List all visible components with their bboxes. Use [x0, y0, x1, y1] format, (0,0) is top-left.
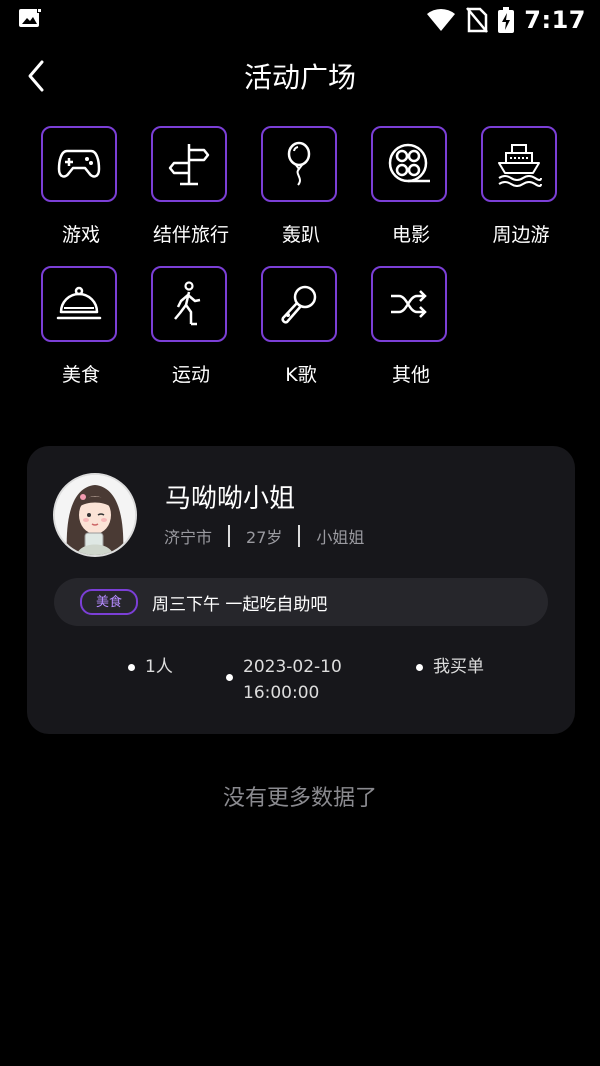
- meta-divider: [298, 525, 301, 547]
- category-icon-box: [151, 266, 227, 342]
- category-karaoke[interactable]: K歌: [261, 266, 341, 387]
- walking-person-icon: [174, 281, 201, 326]
- activity-description: 周三下午 一起吃自助吧: [152, 594, 328, 615]
- film-reel-icon: [388, 143, 430, 183]
- user-name: 马呦呦小姐: [165, 484, 296, 514]
- shuffle-icon: [391, 290, 427, 318]
- ship-icon: [498, 144, 542, 187]
- category-label: 结伴旅行: [152, 224, 229, 246]
- category-nearby-trip[interactable]: 周边游: [481, 126, 561, 247]
- activity-datetime: 2023-02-10 16:00:00: [226, 654, 342, 706]
- category-game[interactable]: 游戏: [41, 126, 121, 247]
- datetime-block: 2023-02-10 16:00:00: [243, 654, 342, 706]
- user-city: 济宁市: [164, 528, 213, 547]
- meta-divider: [228, 525, 231, 547]
- page-title: 活动广场: [243, 61, 356, 94]
- no-sim-icon: [466, 7, 489, 33]
- category-icon-box: [41, 126, 117, 202]
- microphone-icon: [281, 285, 317, 324]
- category-food[interactable]: 美食: [41, 266, 121, 387]
- wifi-icon: [427, 8, 456, 32]
- category-icon-box: [41, 266, 117, 342]
- people-count-text: 1人: [145, 657, 173, 677]
- activity-date: 2023-02-10: [243, 657, 342, 677]
- no-more-data-text: 没有更多数据了: [222, 786, 377, 811]
- category-other[interactable]: 其他: [371, 266, 451, 387]
- avatar-illustration: [55, 475, 135, 555]
- avatar[interactable]: [53, 473, 137, 557]
- category-label: 周边游: [492, 224, 550, 246]
- battery-charging-icon: [498, 7, 515, 33]
- signpost-icon: [168, 144, 210, 186]
- people-count: 1人: [128, 652, 173, 677]
- activity-description-bar: 美食 周三下午 一起吃自助吧: [54, 578, 548, 626]
- category-label: 游戏: [61, 224, 100, 246]
- payment-text: 我买单: [433, 657, 484, 677]
- category-icon-box: [261, 126, 337, 202]
- bullet-dot: [128, 664, 135, 671]
- gamepad-icon: [57, 149, 101, 178]
- category-label: 轰趴: [281, 224, 320, 246]
- activity-time: 16:00:00: [243, 683, 320, 703]
- status-bar: 7:17: [0, 0, 600, 40]
- category-movie[interactable]: 电影: [371, 126, 451, 247]
- category-tag: 美食: [80, 589, 139, 615]
- category-label: 美食: [61, 364, 100, 386]
- category-label: K歌: [285, 364, 317, 386]
- category-label: 电影: [391, 224, 430, 246]
- gallery-notification-icon: [19, 8, 42, 27]
- category-travel[interactable]: 结伴旅行: [151, 126, 231, 247]
- header: 活动广场: [0, 48, 600, 104]
- status-time: 7:17: [524, 6, 586, 34]
- status-icons: 7:17: [426, 6, 586, 34]
- category-icon-box: [371, 126, 447, 202]
- category-label: 其他: [391, 364, 430, 386]
- user-meta: 济宁市 27岁 小姐姐: [164, 524, 364, 548]
- category-icon-box: [151, 126, 227, 202]
- activity-card[interactable]: 马呦呦小姐 济宁市 27岁 小姐姐 美食 周三下午 一起吃自助吧 1人 2023…: [27, 446, 575, 734]
- balloon-icon: [287, 141, 311, 186]
- food-cloche-icon: [56, 286, 102, 320]
- bullet-dot: [226, 674, 233, 681]
- category-icon-box: [261, 266, 337, 342]
- bullet-dot: [416, 664, 423, 671]
- user-role: 小姐姐: [316, 528, 365, 547]
- category-label: 运动: [171, 364, 210, 386]
- category-party[interactable]: 轰趴: [261, 126, 341, 247]
- category-icon-box: [481, 126, 557, 202]
- user-age: 27岁: [246, 528, 283, 547]
- category-sports[interactable]: 运动: [151, 266, 231, 387]
- category-icon-box: [371, 266, 447, 342]
- payment-type: 我买单: [416, 652, 484, 677]
